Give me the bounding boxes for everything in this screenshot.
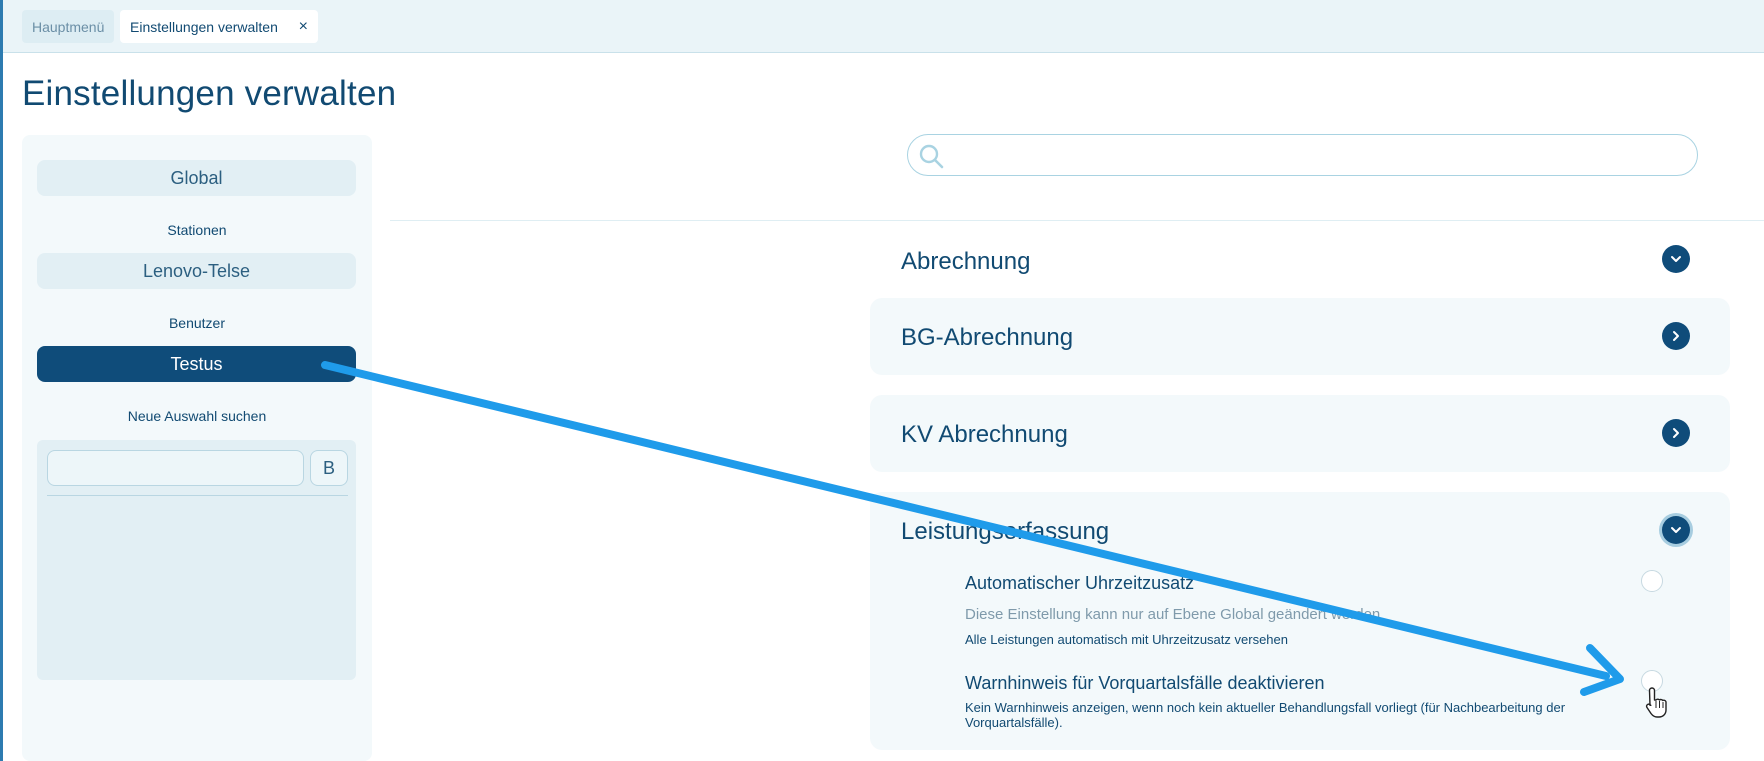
section-title: Leistungserfassung — [901, 518, 1110, 545]
section-title: BG-Abrechnung — [901, 324, 1074, 351]
option-warning-description-line1: Kein Warnhinweis anzeigen, wenn noch kei… — [965, 700, 1566, 715]
chevron-right-icon[interactable] — [1662, 322, 1690, 350]
option-warning-title: Warnhinweis für Vorquartalsfälle deaktiv… — [965, 673, 1325, 693]
global-button[interactable]: Global — [37, 160, 356, 196]
option-auto-time-note: Diese Einstellung kann nur auf Ebene Glo… — [965, 606, 1381, 623]
tab-main-menu-label: Hauptmenü — [32, 18, 105, 35]
section-abrechnung[interactable]: Abrechnung — [870, 236, 1730, 286]
settings-search-input[interactable] — [907, 134, 1698, 176]
users-heading: Benutzer — [168, 315, 226, 331]
new-selection-heading: Neue Auswahl suchen — [127, 408, 267, 424]
section-bg-abrechnung[interactable]: BG-Abrechnung — [870, 298, 1730, 375]
page-title: Einstellungen verwalten — [22, 74, 397, 113]
section-kv-abrechnung[interactable]: KV Abrechnung — [870, 395, 1730, 472]
scope-panel: Global Stationen Lenovo-Telse Benutzer T… — [22, 135, 372, 761]
new-selection-box: B — [37, 440, 356, 680]
tab-manage-settings-label: Einstellungen verwalten — [130, 18, 278, 35]
option-auto-time-description: Alle Leistungen automatisch mit Uhrzeitz… — [965, 632, 1288, 647]
option-auto-time-checkbox[interactable] — [1641, 570, 1663, 592]
close-icon[interactable]: × — [299, 18, 308, 35]
divider — [47, 495, 348, 496]
tab-strip: Hauptmenü Einstellungen verwalten × — [0, 0, 1764, 761]
option-auto-time-title: Automatischer Uhrzeitzusatz — [965, 573, 1195, 593]
user-button[interactable]: Testus — [37, 346, 356, 382]
app-window: Hauptmenü Einstellungen verwalten × Eins… — [0, 0, 1764, 761]
tab-manage-settings[interactable]: Einstellungen verwalten × — [120, 10, 318, 43]
search-icon — [919, 144, 944, 169]
option-warning-checkbox[interactable] — [1641, 670, 1663, 692]
chevron-right-icon[interactable] — [1662, 419, 1690, 447]
stations-heading: Stationen — [167, 222, 227, 238]
chevron-down-icon[interactable] — [1662, 245, 1690, 273]
tab-main-menu[interactable]: Hauptmenü — [22, 10, 114, 43]
section-title: Abrechnung — [901, 248, 1031, 275]
window-left-edge — [0, 0, 3, 761]
station-button[interactable]: Lenovo-Telse — [37, 253, 356, 289]
section-title: KV Abrechnung — [901, 421, 1068, 448]
new-selection-input[interactable] — [47, 450, 304, 486]
chevron-down-icon[interactable] — [1662, 516, 1690, 544]
new-selection-search-button[interactable]: B — [310, 450, 348, 486]
header-divider — [390, 220, 1764, 221]
option-warning-description-line2: Vorquartalsfälle). — [965, 715, 1063, 730]
